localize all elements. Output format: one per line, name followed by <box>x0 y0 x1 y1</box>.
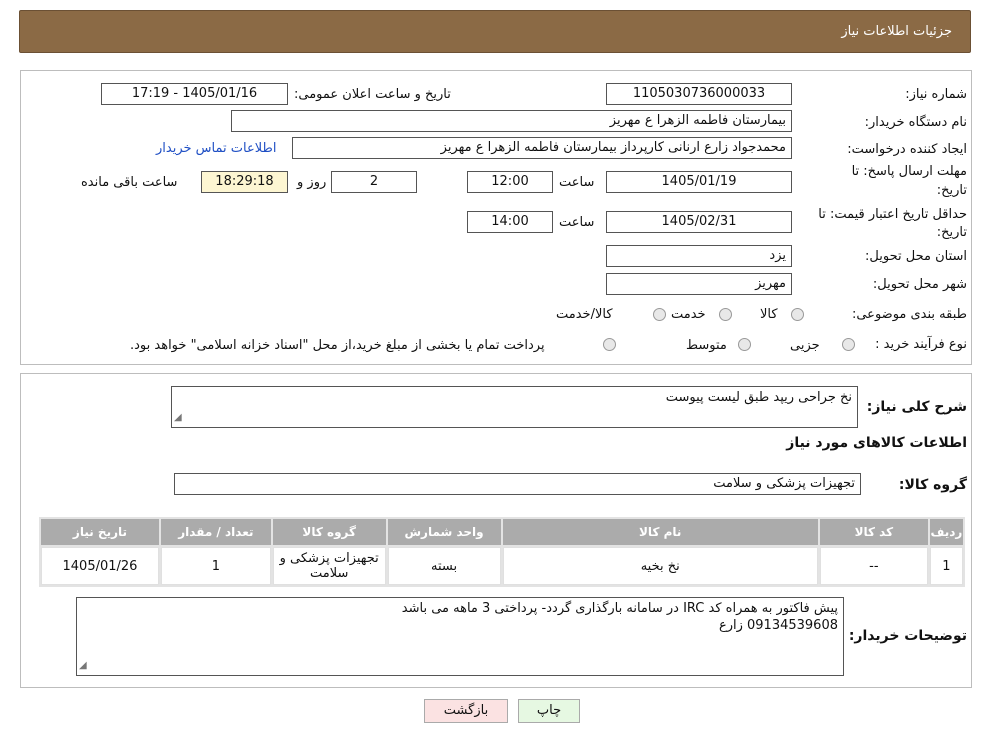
col-row-header: ردیف <box>929 519 963 545</box>
category-radio-goods[interactable] <box>791 308 804 321</box>
summary-textarea[interactable]: نخ جراحی ریپد طبق لیست پیوست ◢ <box>171 386 858 428</box>
cell-row: 1 <box>929 547 963 585</box>
print-button[interactable]: چاپ <box>518 699 580 723</box>
days-remaining-field: 2 <box>331 171 417 193</box>
goods-table: ردیف کد کالا نام کالا واحد شمارش گروه کا… <box>39 517 965 587</box>
summary-label: شرح کلی نیاز: <box>866 399 967 415</box>
treasury-docs-radio[interactable] <box>603 338 616 351</box>
announce-datetime-label: تاریخ و ساعت اعلان عمومی: <box>294 87 451 102</box>
deadline-time-field: 12:00 <box>467 171 553 193</box>
deadline-label: مهلت ارسال پاسخ: تا <box>851 164 967 179</box>
back-button[interactable]: بازگشت <box>424 699 508 723</box>
goods-group-field: تجهیزات پزشکی و سلامت <box>174 473 861 495</box>
category-radio-service[interactable] <box>719 308 732 321</box>
price-validity-time-field: 14:00 <box>467 211 553 233</box>
deadline-date-field: 1405/01/19 <box>606 171 792 193</box>
category-label: طبقه بندی موضوعی: <box>851 307 967 322</box>
cell-date: 1405/01/26 <box>41 547 159 585</box>
resize-grip-icon[interactable]: ◢ <box>79 657 87 674</box>
col-date-header: تاریخ نیاز <box>41 519 159 545</box>
city-field: مهریز <box>606 273 792 295</box>
cell-name: نخ بخیه <box>502 547 818 585</box>
purchase-process-label: نوع فرآیند خرید : <box>875 337 967 352</box>
province-field: یزد <box>606 245 792 267</box>
remaining-time-label: ساعت باقی مانده <box>81 175 178 190</box>
treasury-docs-note: پرداخت تمام یا بخشی از مبلغ خرید،از محل … <box>130 338 545 353</box>
cell-code: -- <box>819 547 928 585</box>
days-label: روز و <box>297 175 327 190</box>
goods-group-label: گروه کالا: <box>898 477 967 493</box>
need-number-field: 1105030736000033 <box>606 83 792 105</box>
creator-label: ایجاد کننده درخواست: <box>847 142 967 157</box>
buyer-notes-textarea[interactable]: پیش فاکتور به همراه کد IRC در سامانه بار… <box>76 597 844 676</box>
province-label: استان محل تحویل: <box>865 249 967 264</box>
resize-grip-icon[interactable]: ◢ <box>174 409 182 426</box>
table-row: 1 -- نخ بخیه بسته تجهیزات پزشکی و سلامت … <box>41 547 963 585</box>
city-label: شهر محل تحویل: <box>872 277 967 292</box>
buyer-notes-line-1: پیش فاکتور به همراه کد IRC در سامانه بار… <box>401 601 838 616</box>
price-validity-time-label: ساعت <box>559 215 595 230</box>
remaining-time-field: 18:29:18 <box>201 171 288 193</box>
process-option-minor: جزیی <box>790 338 820 353</box>
page-header: جزئیات اطلاعات نیاز <box>19 10 971 53</box>
price-validity-label-date: تاریخ: <box>936 225 967 240</box>
price-validity-date-field: 1405/02/31 <box>606 211 792 233</box>
col-qty-header: تعداد / مقدار <box>160 519 271 545</box>
process-radio-medium[interactable] <box>738 338 751 351</box>
buyer-org-field: بیمارستان فاطمه الزهرا ع مهریز <box>231 110 792 132</box>
buyer-notes-label: توضیحات خریدار: <box>848 628 967 644</box>
process-option-medium: متوسط <box>686 338 727 353</box>
col-name-header: نام کالا <box>502 519 818 545</box>
creator-field: محمدجواد زارع ارنانی کارپرداز بیمارستان … <box>292 137 792 159</box>
cell-group: تجهیزات پزشکی و سلامت <box>272 547 386 585</box>
col-group-header: گروه کالا <box>272 519 386 545</box>
price-validity-label: حداقل تاریخ اعتبار قیمت: تا <box>818 207 967 222</box>
col-code-header: کد کالا <box>819 519 928 545</box>
deadline-label-date: تاریخ: <box>936 183 967 198</box>
cell-unit: بسته <box>387 547 501 585</box>
buyer-contact-link[interactable]: اطلاعات تماس خریدار <box>156 141 276 156</box>
page-title: جزئیات اطلاعات نیاز <box>841 24 952 39</box>
goods-table-header: ردیف کد کالا نام کالا واحد شمارش گروه کا… <box>41 519 963 545</box>
need-number-label: شماره نیاز: <box>905 87 967 102</box>
process-radio-minor[interactable] <box>842 338 855 351</box>
cell-qty: 1 <box>160 547 271 585</box>
category-option-service: خدمت <box>671 307 706 322</box>
announce-datetime-field: 1405/01/16 - 17:19 <box>101 83 288 105</box>
buyer-org-label: نام دستگاه خریدار: <box>864 115 967 130</box>
buyer-notes-line-2: 09134539608 زارع <box>718 618 838 633</box>
summary-text: نخ جراحی ریپد طبق لیست پیوست <box>665 390 852 405</box>
goods-info-title: اطلاعات کالاهای مورد نیاز <box>786 435 967 451</box>
category-option-goods: کالا <box>760 307 778 322</box>
category-radio-goods-service[interactable] <box>653 308 666 321</box>
category-option-goods-service: کالا/خدمت <box>556 307 613 322</box>
col-unit-header: واحد شمارش <box>387 519 501 545</box>
deadline-time-label: ساعت <box>559 175 595 190</box>
